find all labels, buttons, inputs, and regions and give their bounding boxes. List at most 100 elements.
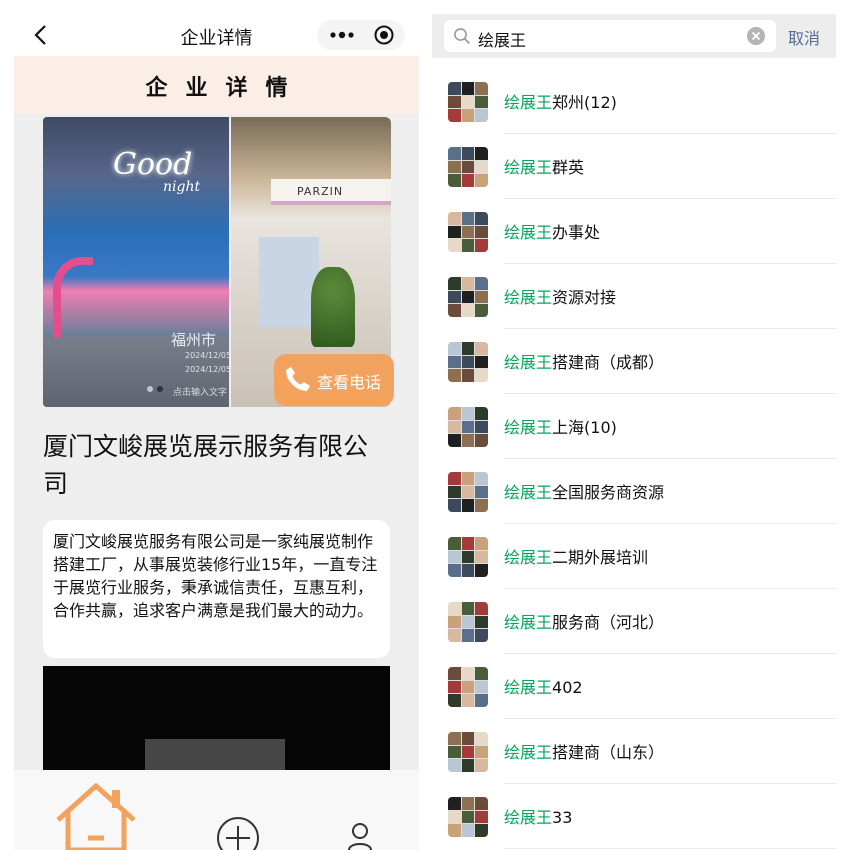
- keyword-highlight: 绘展王: [504, 743, 553, 762]
- photo-watermark-date: 2024/12/05: [185, 365, 229, 374]
- group-name: 绘展王全国服务商资源: [504, 479, 664, 503]
- home-icon[interactable]: [54, 780, 138, 850]
- group-name-suffix: 办事处: [552, 223, 601, 242]
- company-name: 厦门文峻展览展示服务有限公司: [43, 432, 369, 498]
- keyword-highlight: 绘展王: [504, 613, 553, 632]
- group-name-suffix: 402: [552, 678, 583, 697]
- group-chat-result[interactable]: 绘展王上海(10): [432, 394, 836, 459]
- group-chat-result[interactable]: 绘展王搭建商（山东）: [432, 719, 836, 784]
- group-name: 绘展王上海(10): [504, 414, 617, 438]
- close-miniprogram-icon[interactable]: [373, 24, 395, 46]
- screenshot-root: 企业详情 企业详情 Good night 福州市 2024/12/05 2024…: [0, 0, 850, 850]
- group-avatar: [448, 732, 488, 772]
- group-name: 绘展王资源对接: [504, 284, 616, 308]
- page-heading-bar: 企业详情: [14, 56, 419, 114]
- group-name: 绘展王群英: [504, 154, 584, 178]
- group-chat-result[interactable]: 绘展王33: [432, 784, 836, 849]
- more-icon[interactable]: [327, 26, 357, 44]
- group-name-suffix: 33: [552, 808, 573, 827]
- group-name: 绘展王搭建商（山东）: [504, 739, 664, 763]
- group-name: 绘展王33: [504, 804, 572, 828]
- group-avatar: [448, 82, 488, 122]
- group-avatar: [448, 472, 488, 512]
- group-avatar: [448, 342, 488, 382]
- group-name: 绘展王服务商（河北）: [504, 609, 664, 633]
- page-heading: 企业详情: [145, 76, 306, 101]
- booth-brand: PARZIN: [297, 185, 344, 198]
- group-avatar: [448, 407, 488, 447]
- view-phone-button[interactable]: 查看电话: [274, 354, 394, 406]
- group-name: 绘展王402: [504, 674, 583, 698]
- group-chat-result[interactable]: 绘展王郑州(12): [432, 69, 836, 134]
- group-name-suffix: 搭建商（成都）: [552, 353, 665, 372]
- group-name: 绘展王办事处: [504, 219, 600, 243]
- company-intro-card: 厦门文峻展览服务有限公司是一家纯展览制作搭建工厂，从事展览装修行业15年，一直专…: [43, 520, 390, 658]
- group-chat-result[interactable]: 绘展王全国服务商资源: [432, 459, 836, 524]
- keyword-highlight: 绘展王: [504, 158, 553, 177]
- booth-poster: [259, 237, 319, 327]
- enterprise-detail-page: 企业详情 企业详情 Good night 福州市 2024/12/05 2024…: [14, 14, 419, 850]
- group-avatar: [448, 602, 488, 642]
- keyword-highlight: 绘展王: [504, 353, 553, 372]
- view-phone-label: 查看电话: [317, 373, 382, 392]
- carousel-dot[interactable]: [147, 386, 153, 392]
- row-divider: [504, 848, 836, 849]
- phone-icon: [282, 363, 314, 395]
- search-input[interactable]: 绘展王: [444, 20, 776, 52]
- group-name-suffix: 上海(10): [552, 418, 617, 437]
- group-avatar: [448, 277, 488, 317]
- carousel-caption: 点击输入文字: [173, 388, 228, 398]
- group-name-suffix: 群英: [552, 158, 585, 177]
- company-intro-text: 厦门文峻展览服务有限公司是一家纯展览制作搭建工厂，从事展览装修行业15年，一直专…: [53, 532, 378, 620]
- group-chat-result[interactable]: 绘展王二期外展培训: [432, 524, 836, 589]
- search-query: 绘展王: [478, 31, 527, 50]
- mini-program-capsule: [317, 20, 405, 50]
- search-bar: 绘展王 取消: [432, 14, 836, 58]
- group-name-suffix: 二期外展培训: [552, 548, 649, 567]
- group-name: 绘展王搭建商（成都）: [504, 349, 664, 373]
- keyword-highlight: 绘展王: [504, 223, 553, 242]
- group-avatar: [448, 797, 488, 837]
- group-avatar: [448, 667, 488, 707]
- mini-program-navbar: 企业详情: [14, 14, 419, 56]
- profile-icon[interactable]: [348, 822, 372, 850]
- keyword-highlight: 绘展王: [504, 418, 553, 437]
- keyword-highlight: 绘展王: [504, 93, 553, 112]
- keyword-highlight: 绘展王: [504, 548, 553, 567]
- group-avatar: [448, 537, 488, 577]
- group-name: 绘展王二期外展培训: [504, 544, 648, 568]
- group-chat-result[interactable]: 绘展王搭建商（成都）: [432, 329, 836, 394]
- add-icon[interactable]: [214, 814, 262, 850]
- carousel-dot-active[interactable]: [157, 386, 163, 392]
- group-chat-result[interactable]: 绘展王服务商（河北）: [432, 589, 836, 654]
- carousel-indicator: [147, 386, 171, 394]
- group-avatar: [448, 147, 488, 187]
- keyword-highlight: 绘展王: [504, 808, 553, 827]
- group-chat-result[interactable]: 绘展王资源对接: [432, 264, 836, 329]
- group-chat-result[interactable]: 绘展王群英: [432, 134, 836, 199]
- group-chat-result[interactable]: 绘展王402: [432, 654, 836, 719]
- group-avatar: [448, 212, 488, 252]
- cancel-button[interactable]: 取消: [788, 25, 820, 49]
- booth-plant: [311, 267, 355, 347]
- photo-watermark-city: 福州市: [171, 331, 217, 349]
- search-icon: [453, 27, 471, 45]
- keyword-highlight: 绘展王: [504, 288, 553, 307]
- keyword-highlight: 绘展王: [504, 483, 553, 502]
- group-name-suffix: 全国服务商资源: [552, 483, 665, 502]
- bottom-tab-bar: [14, 770, 419, 850]
- carousel-slide-exhibition-night[interactable]: Good night 福州市 2024/12/05 2024/12/05 点击输…: [43, 117, 229, 407]
- video-player[interactable]: [43, 666, 390, 776]
- group-chat-result[interactable]: 绘展王办事处: [432, 199, 836, 264]
- photo-watermark-date: 2024/12/05: [185, 351, 229, 360]
- neon-sign-sub: night: [163, 179, 201, 195]
- group-name: 绘展王郑州(12): [504, 89, 617, 113]
- neon-sign: Good: [113, 147, 193, 182]
- group-name-suffix: 搭建商（山东）: [552, 743, 665, 762]
- clear-icon[interactable]: [746, 26, 766, 46]
- keyword-highlight: 绘展王: [504, 678, 553, 697]
- group-name-suffix: 郑州(12): [552, 93, 617, 112]
- group-search-page: 绘展王 取消 绘展王郑州(12) 绘展王群英 绘展王办事处 绘展王资源对接 绘展王搭建商…: [432, 14, 836, 850]
- group-name-suffix: 服务商（河北）: [552, 613, 665, 632]
- group-name-suffix: 资源对接: [552, 288, 617, 307]
